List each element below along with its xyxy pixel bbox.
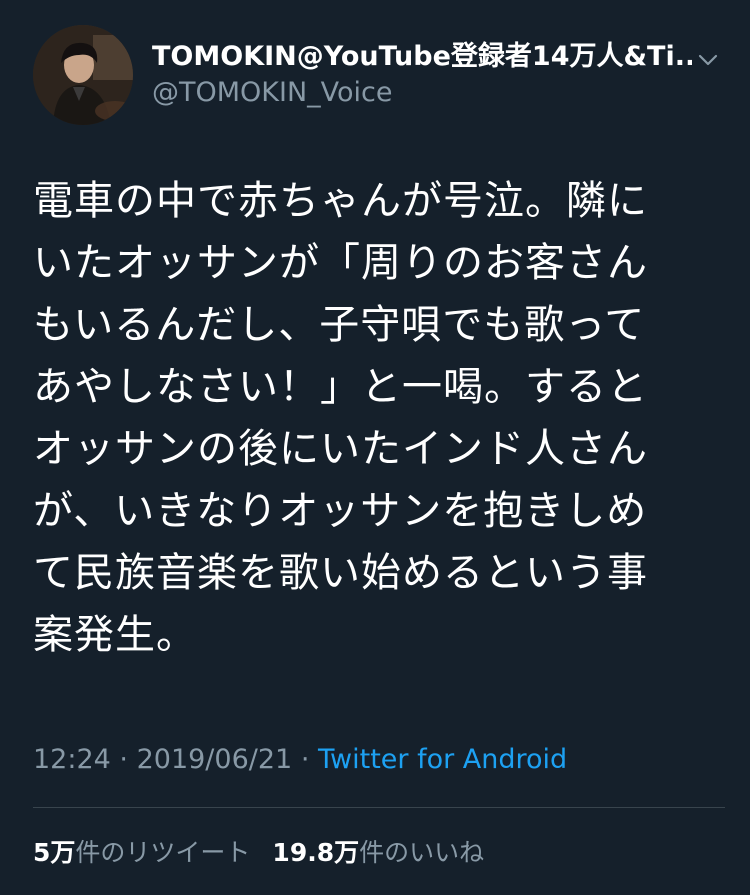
- tweet-text-line: もいるんだし、子守唄でも歌って: [33, 302, 646, 348]
- meta-separator: ·: [300, 744, 310, 775]
- tweet-time: 12:24: [33, 744, 111, 775]
- tweet-text-line: て民族音楽を歌い始めるという事: [33, 550, 648, 596]
- retweets-stat[interactable]: 5万件のリツイート: [33, 838, 250, 867]
- tweet-text-line: いたオッサンが「周りのお客さん: [33, 240, 648, 286]
- meta-separator: ·: [119, 744, 128, 775]
- tweet-source-link[interactable]: Twitter for Android: [318, 744, 567, 775]
- likes-stat[interactable]: 19.8万件のいいね: [272, 838, 484, 867]
- tweet-text-line: 案発生。: [33, 612, 197, 658]
- tweet-text: 電車の中で赤ちゃんが号泣。隣に いたオッサンが「周りのお客さん もいるんだし、子…: [33, 170, 723, 666]
- chevron-down-icon: [698, 54, 718, 66]
- tweet-text-line: 電車の中で赤ちゃんが号泣。隣に: [33, 178, 648, 224]
- author-display-name[interactable]: TOMOKIN@YouTube登録者14万人&Ti...: [152, 40, 692, 74]
- author-avatar[interactable]: [33, 25, 133, 125]
- tweet-stats: 5万件のリツイート 19.8万件のいいね: [33, 836, 484, 870]
- like-count: 19.8万: [272, 838, 360, 867]
- author-handle[interactable]: @TOMOKIN_Voice: [152, 76, 393, 110]
- tweet-detail: TOMOKIN@YouTube登録者14万人&Ti... @TOMOKIN_Vo…: [0, 0, 750, 895]
- user-avatar-icon: [33, 25, 133, 125]
- like-label: 件のいいね: [359, 838, 485, 867]
- retweet-label: 件のリツイート: [75, 838, 251, 867]
- divider: [33, 807, 725, 808]
- tweet-text-line: あやしなさい！」と一喝。すると: [33, 364, 648, 410]
- tweet-text-line: が、いきなりオッサンを抱きしめ: [33, 488, 648, 534]
- tweet-date: 2019/06/21: [136, 744, 293, 775]
- retweet-count: 5万: [33, 838, 76, 867]
- tweet-menu-button[interactable]: [694, 50, 722, 70]
- tweet-meta: 12:24 · 2019/06/21 · Twitter for Android: [33, 743, 567, 777]
- tweet-text-line: オッサンの後にいたインド人さん: [33, 426, 648, 472]
